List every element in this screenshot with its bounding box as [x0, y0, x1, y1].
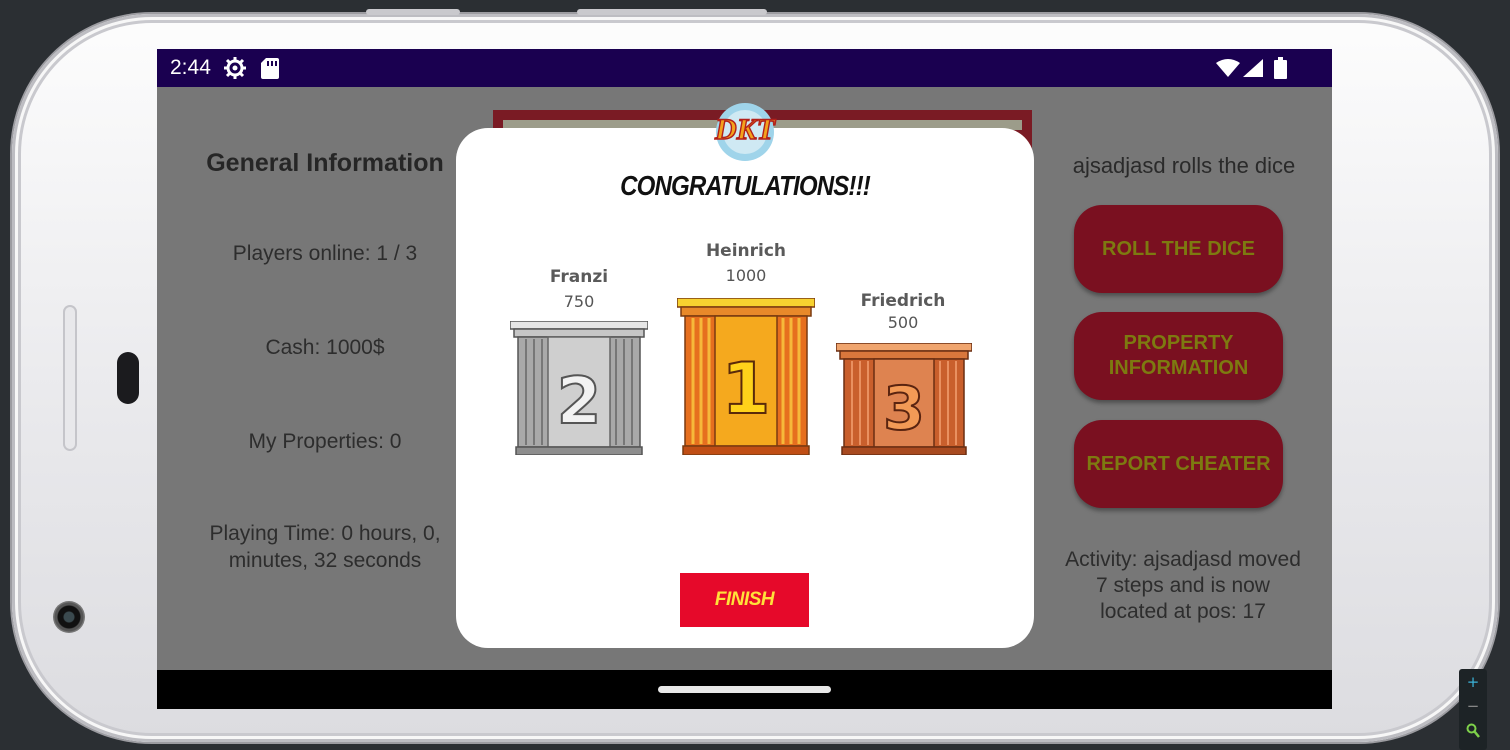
phone-speaker [63, 305, 77, 451]
sd-card-icon [261, 58, 279, 84]
zoom-search-icon[interactable] [1459, 723, 1487, 743]
congratulations-title: CONGRATULATIONS!!! [620, 170, 871, 201]
first-place-score: 1000 [725, 266, 767, 285]
battery-icon [1274, 57, 1287, 84]
wifi-icon [1216, 59, 1240, 82]
dkt-logo: DKT [705, 101, 785, 163]
home-gesture-pill[interactable] [658, 686, 831, 693]
property-button-line2: INFORMATION [1108, 357, 1249, 379]
phone-top-button-right [577, 9, 767, 15]
playing-time-text: Playing Time: 0 hours, 0, minutes, 32 se… [177, 520, 473, 574]
phone-top-button-left [366, 9, 460, 15]
general-information-title: General Information [206, 149, 444, 177]
my-properties-text: My Properties: 0 [248, 430, 402, 453]
zoom-out-icon[interactable]: − [1459, 697, 1487, 715]
activity-line1: Activity: ajsadjasd moved [1065, 548, 1301, 571]
winner-dialog: DKT CONGRATULATIONS!!! Franzi 750 2 Hein… [456, 103, 1034, 648]
second-place-podium: 2 [509, 320, 649, 459]
property-button-line1: PROPERTY [1123, 332, 1234, 354]
first-place-name: Heinrich [705, 241, 787, 261]
players-online-text: Players online: 1 / 3 [232, 242, 418, 265]
finish-button[interactable]: FINISH [680, 573, 809, 627]
device-screen: 2:44 General Information Players online:… [157, 49, 1332, 709]
second-place-rank: 2 [557, 365, 602, 439]
playing-time-line1: Playing Time: 0 hours, 0, [209, 522, 441, 545]
status-bar: 2:44 [157, 49, 1332, 87]
report-cheater-button[interactable]: REPORT CHEATER [1074, 420, 1283, 508]
activity-line3: located at pos: 17 [1100, 600, 1266, 623]
activity-line2: 7 steps and is now [1096, 574, 1270, 597]
settings-icon [223, 56, 247, 85]
first-place-rank: 1 [722, 348, 771, 430]
navigation-bar [157, 670, 1332, 709]
front-camera-icon [53, 601, 85, 633]
third-place-name: Friedrich [860, 291, 946, 311]
third-place-rank: 3 [883, 374, 925, 444]
second-place-score: 750 [563, 292, 595, 311]
cash-text: Cash: 1000$ [265, 336, 385, 359]
phone-sensor [117, 352, 139, 404]
second-place-name: Franzi [549, 267, 609, 287]
third-place-score: 500 [887, 313, 919, 332]
first-place-podium: 1 [676, 297, 816, 459]
emulator-zoom-controls: + − [1459, 669, 1487, 750]
status-time: 2:44 [170, 56, 211, 79]
cell-signal-icon [1243, 59, 1263, 82]
playing-time-line2: minutes, 32 seconds [228, 549, 422, 572]
logo-text: DKT [714, 113, 777, 146]
turn-status-text: ajsadjasd rolls the dice [1072, 153, 1296, 178]
zoom-in-icon[interactable]: + [1459, 673, 1487, 691]
property-information-button[interactable]: PROPERTY INFORMATION [1074, 312, 1283, 400]
third-place-podium: 3 [835, 342, 973, 459]
activity-text: Activity: ajsadjasd moved 7 steps and is… [1047, 547, 1319, 625]
roll-dice-button[interactable]: ROLL THE DICE [1074, 205, 1283, 293]
